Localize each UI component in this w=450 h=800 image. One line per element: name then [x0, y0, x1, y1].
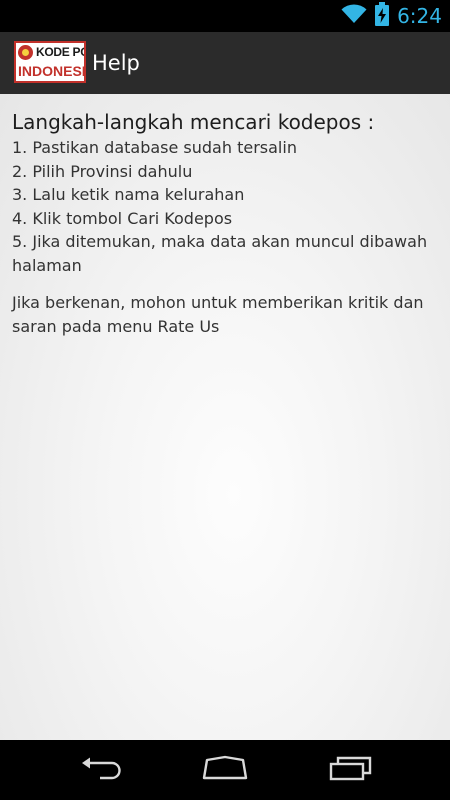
logo-bottom-band: INDONESIA — [16, 62, 84, 81]
logo-top-text: KODE POS — [36, 45, 84, 59]
recents-button[interactable] — [316, 750, 386, 790]
action-bar: KODE POS INDONESIA Help — [0, 32, 450, 95]
help-note: Jika berkenan, mohon untuk memberikan kr… — [12, 293, 424, 336]
wifi-icon — [341, 4, 367, 28]
help-step: 4. Klik tombol Cari Kodepos — [12, 208, 233, 228]
recents-icon — [329, 755, 373, 785]
back-icon — [78, 756, 122, 784]
status-bar: 6:24 — [0, 0, 450, 32]
help-step: 5. Jika ditemukan, maka data akan muncul… — [12, 232, 428, 275]
status-icons: 6:24 — [341, 2, 442, 30]
help-heading: Langkah-langkah mencari kodepos : — [12, 110, 375, 134]
help-step: 3. Lalu ketik nama kelurahan — [12, 185, 245, 204]
home-icon — [201, 755, 249, 785]
logo-bottom-text: INDONESIA — [18, 63, 86, 79]
logo-top-band: KODE POS — [16, 43, 84, 62]
app-logo[interactable]: KODE POS INDONESIA — [14, 41, 86, 83]
status-time: 6:24 — [397, 4, 442, 28]
back-button[interactable] — [65, 750, 135, 790]
page-title: Help — [92, 51, 140, 75]
screen: 6:24 KODE POS INDONESIA Help Langkah-lan… — [0, 0, 450, 800]
help-step: 2. Pilih Provinsi dahulu — [12, 161, 193, 181]
help-content: Langkah-langkah mencari kodepos : 1. Pas… — [0, 94, 450, 740]
logo-badge-icon — [18, 45, 33, 60]
home-button[interactable] — [190, 750, 260, 790]
help-step: 1. Pastikan database sudah tersalin — [12, 138, 297, 157]
help-steps-list: 1. Pastikan database sudah tersalin 2. P… — [12, 136, 438, 277]
navigation-bar — [0, 740, 450, 800]
battery-charging-icon — [375, 2, 390, 30]
